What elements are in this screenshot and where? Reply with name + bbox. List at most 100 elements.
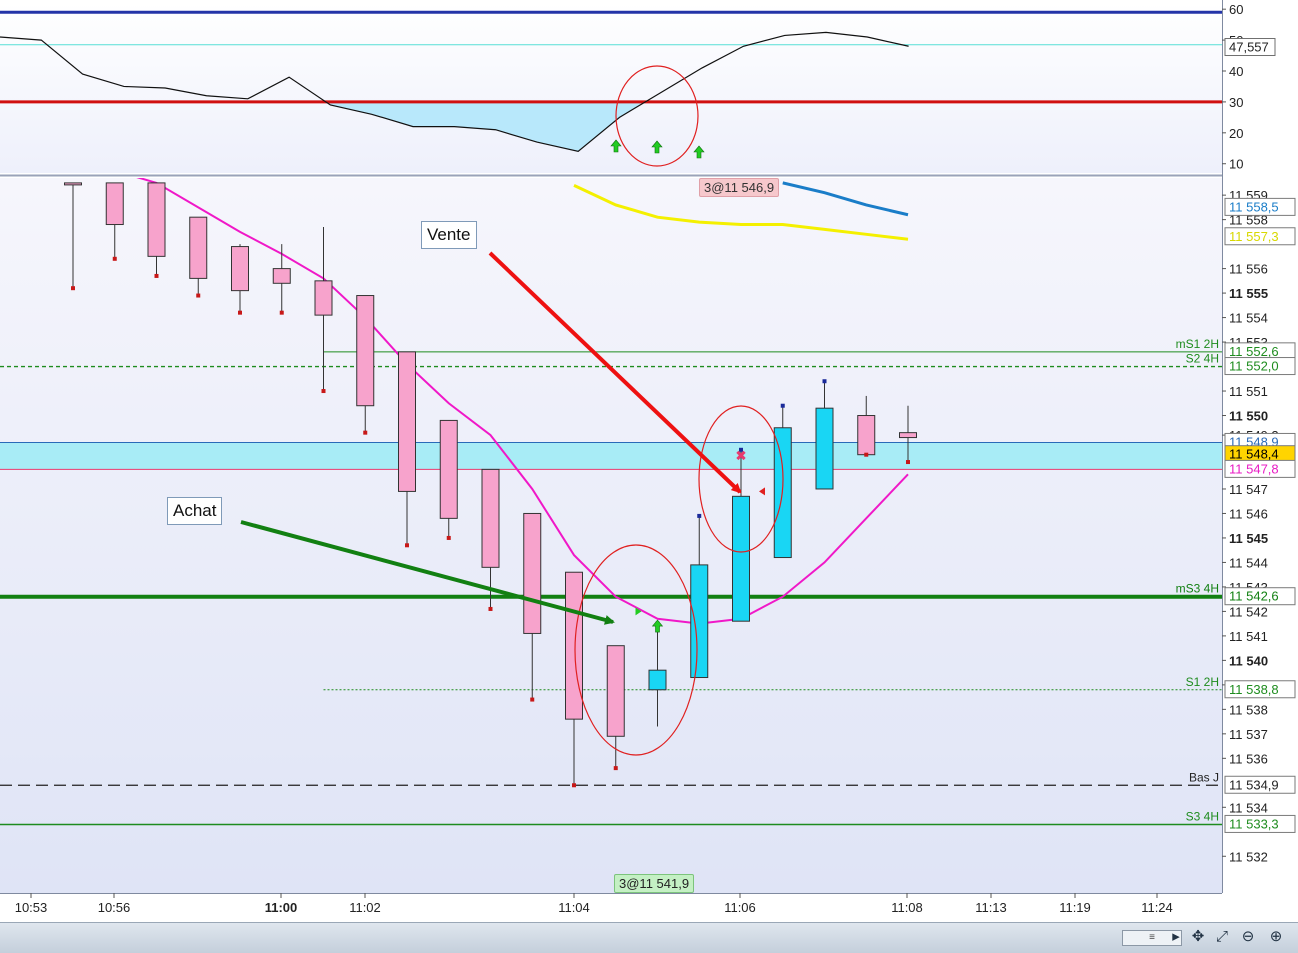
candle-body bbox=[732, 495, 750, 622]
zoom-in-icon[interactable]: ⊕ bbox=[1266, 927, 1286, 947]
oscillator-tick-label: 20 bbox=[1229, 126, 1243, 141]
move-icon[interactable]: ✥ bbox=[1188, 927, 1208, 947]
bottom-toolbar: ≡ ▸ ✥ ⤢ ⊖ ⊕ bbox=[0, 922, 1298, 953]
time-tick-label: 11:19 bbox=[1059, 900, 1091, 915]
oscillator-tick-label: 40 bbox=[1229, 64, 1243, 79]
candle-extreme-marker bbox=[697, 513, 702, 518]
candle-extreme-marker bbox=[613, 766, 618, 771]
level-price-label: 11 552,0 bbox=[1229, 359, 1279, 374]
zoom-out-icon[interactable]: ⊖ bbox=[1238, 927, 1258, 947]
sell-trade-label: 3@11 546,9 bbox=[699, 178, 780, 197]
candle-extreme-marker bbox=[112, 256, 117, 261]
price-tick-label: 11 544 bbox=[1229, 555, 1268, 570]
candle-body bbox=[690, 564, 709, 679]
price-tick-label: 11 542 bbox=[1229, 604, 1268, 619]
price-tick-label: 11 538 bbox=[1229, 702, 1268, 717]
time-tick-label: 10:56 bbox=[98, 900, 131, 915]
price-tick-label: 11 555 bbox=[1229, 286, 1268, 301]
oscillator-tick-label: 60 bbox=[1229, 2, 1243, 17]
candle-extreme-marker bbox=[822, 379, 827, 384]
candle-extreme-marker bbox=[154, 273, 159, 278]
level-price-label: 11 534,9 bbox=[1229, 777, 1279, 792]
candle-body bbox=[481, 468, 500, 568]
oscillator-tick-label: 10 bbox=[1229, 157, 1243, 172]
buy-trade-label: 3@11 541,9 bbox=[614, 874, 695, 893]
candle-body bbox=[815, 407, 834, 490]
oscillator-value-label: 47,557 bbox=[1229, 40, 1269, 55]
candle-body bbox=[606, 645, 625, 737]
candle-body bbox=[857, 415, 876, 456]
price-tick-label: 11 556 bbox=[1229, 262, 1268, 277]
level-name-label: Bas J bbox=[1189, 770, 1219, 784]
candle-body bbox=[314, 280, 333, 316]
oscillator-tick-label: 30 bbox=[1229, 95, 1243, 110]
time-tick-label: 11:00 bbox=[265, 900, 298, 915]
price-tick-label: 11 545 bbox=[1229, 531, 1268, 546]
candle-extreme-marker bbox=[530, 697, 535, 702]
level-price-label: 11 552,6 bbox=[1229, 344, 1279, 359]
time-tick-label: 11:04 bbox=[558, 900, 590, 915]
candle-body bbox=[64, 182, 82, 186]
vente-annotation: Vente bbox=[421, 221, 477, 249]
price-tick-label: 11 546 bbox=[1229, 506, 1268, 521]
price-tick-label: 11 550 bbox=[1229, 409, 1268, 424]
candle-body bbox=[231, 246, 249, 292]
candle-extreme-marker bbox=[572, 783, 576, 788]
price-tick-label: 11 541 bbox=[1229, 629, 1268, 644]
price-badge-label: 11 558,5 bbox=[1229, 199, 1279, 214]
price-chart: 60504030201047,557mS1 2HS2 4HmS3 4HS1 2H… bbox=[0, 0, 1298, 922]
level-name-label: mS1 2H bbox=[1176, 337, 1219, 351]
price-tick-label: 11 536 bbox=[1229, 751, 1268, 766]
candle-body bbox=[147, 182, 166, 257]
highlight-band bbox=[0, 442, 1222, 470]
zoom-fit-icon[interactable]: ⤢ bbox=[1212, 927, 1232, 947]
candle-extreme-marker bbox=[488, 606, 493, 611]
level-name-label: mS3 4H bbox=[1176, 582, 1219, 596]
candle-extreme-marker bbox=[780, 403, 785, 408]
sell-signal-x-icon: ✖ bbox=[735, 448, 747, 464]
candle-body bbox=[439, 419, 458, 519]
time-tick-label: 11:24 bbox=[1141, 900, 1173, 915]
price-tick-label: 11 537 bbox=[1229, 727, 1268, 742]
candle-extreme-marker bbox=[321, 389, 326, 394]
candle-extreme-marker bbox=[405, 543, 409, 548]
candle-body bbox=[398, 351, 416, 492]
candle-body bbox=[899, 432, 917, 439]
price-tick-label: 11 547 bbox=[1229, 482, 1268, 497]
level-name-label: S1 2H bbox=[1186, 675, 1219, 689]
level-name-label: S3 4H bbox=[1186, 809, 1219, 823]
time-tick-label: 10:53 bbox=[15, 900, 48, 915]
candle-body bbox=[272, 268, 291, 284]
level-price-label: 11 533,3 bbox=[1229, 816, 1279, 831]
time-tick-label: 11:02 bbox=[349, 900, 381, 915]
candle-extreme-marker bbox=[196, 293, 201, 298]
candle-extreme-marker bbox=[363, 430, 368, 435]
price-badge-label: 11 557,3 bbox=[1229, 229, 1279, 244]
price-tick-label: 11 554 bbox=[1229, 311, 1268, 326]
level-price-label: 11 538,8 bbox=[1229, 682, 1279, 697]
price-tick-label: 11 551 bbox=[1229, 384, 1268, 399]
price-badge-label: 11 548,4 bbox=[1229, 447, 1279, 462]
candle-extreme-marker bbox=[71, 286, 75, 291]
candle-body bbox=[648, 669, 667, 691]
price-tick-label: 11 540 bbox=[1229, 653, 1268, 668]
candle-extreme-marker bbox=[864, 452, 869, 457]
level-price-label: 11 542,6 bbox=[1229, 589, 1279, 604]
time-tick-label: 11:06 bbox=[724, 900, 756, 915]
chart-window: 60504030201047,557mS1 2HS2 4HmS3 4HS1 2H… bbox=[0, 0, 1298, 953]
candle-body bbox=[523, 512, 542, 634]
price-tick-label: 11 534 bbox=[1229, 800, 1268, 815]
achat-annotation: Achat bbox=[167, 497, 223, 525]
price-tick-label: 11 532 bbox=[1229, 849, 1268, 864]
candle-extreme-marker bbox=[238, 310, 242, 315]
candle-extreme-marker bbox=[279, 310, 284, 315]
level-name-label: S2 4H bbox=[1186, 352, 1219, 366]
price-badge-label: 11 547,8 bbox=[1229, 461, 1279, 476]
time-tick-label: 11:08 bbox=[891, 900, 923, 915]
candle-extreme-marker bbox=[446, 535, 451, 540]
scroll-right-icon[interactable]: ▸ bbox=[1166, 927, 1186, 947]
candle-body bbox=[565, 571, 583, 720]
candle-body bbox=[356, 295, 375, 407]
candle-body bbox=[189, 216, 208, 279]
candle-body bbox=[105, 182, 124, 226]
